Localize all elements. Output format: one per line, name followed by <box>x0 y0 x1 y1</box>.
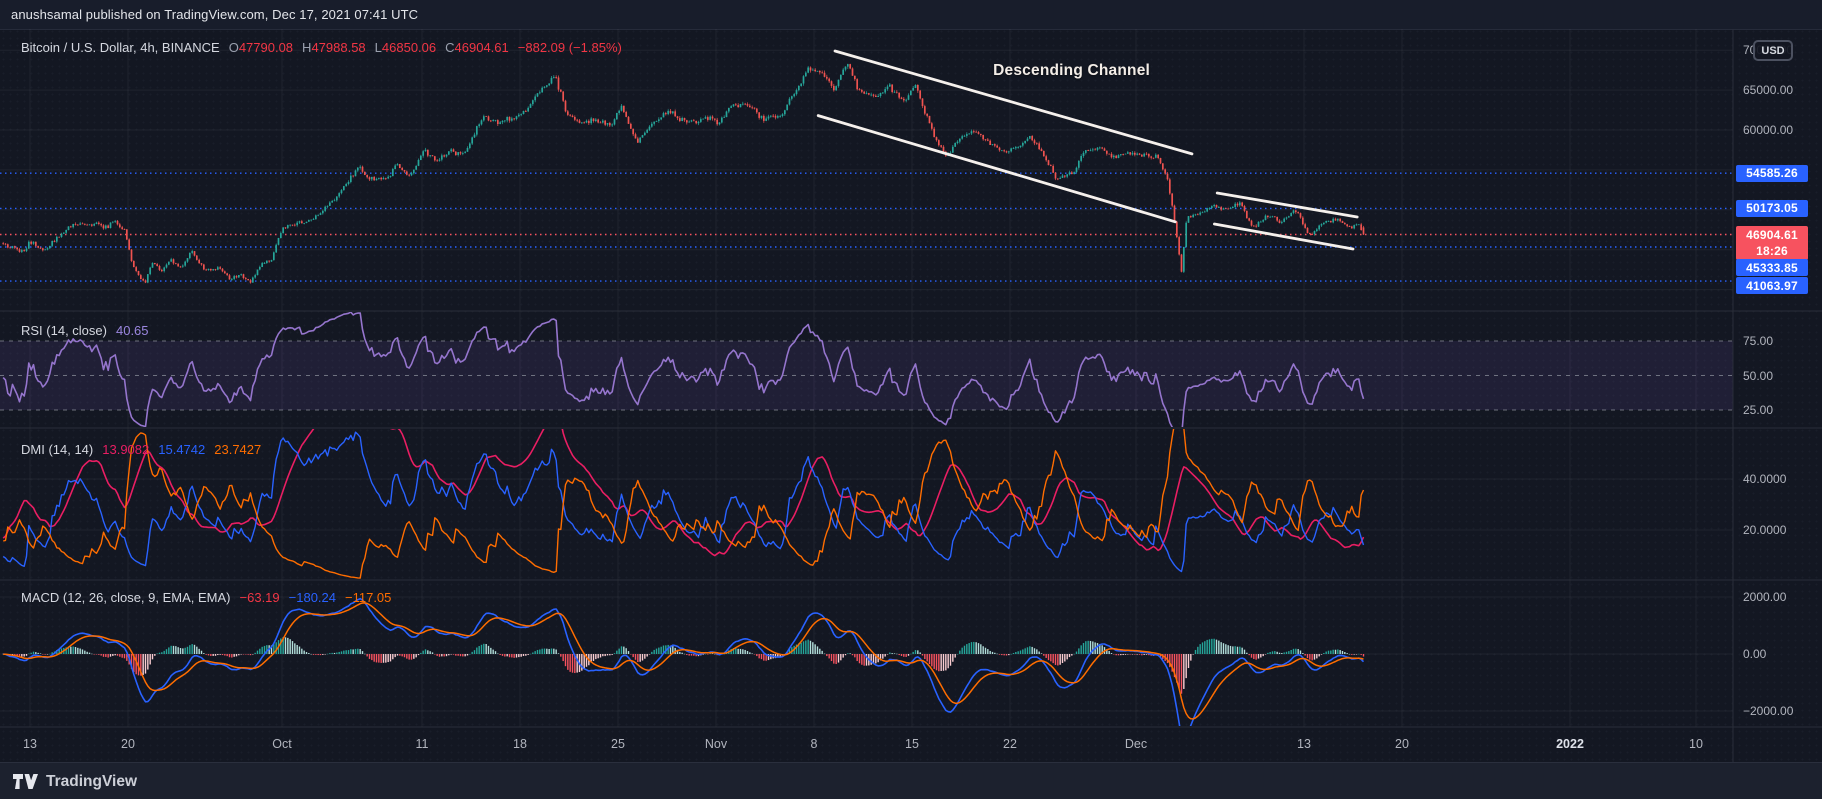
macd-scale-label: −2000.00 <box>1743 703 1793 719</box>
time-axis-label: Oct <box>272 737 291 751</box>
rsi-legend[interactable]: RSI (14, close) 40.65 <box>21 323 149 338</box>
time-axis-label: 15 <box>905 737 919 751</box>
time-axis-label: 10 <box>1689 737 1703 751</box>
dmi-legend-title: DMI (14, 14) <box>21 442 93 457</box>
ohlc-value: H47988.58 <box>302 40 366 55</box>
ohlc-value: −882.09 (−1.85%) <box>518 40 622 55</box>
ohlc-number: 46850.06 <box>382 40 436 55</box>
ohlc-letter: O <box>229 40 239 55</box>
currency-toggle-button[interactable]: USD <box>1753 40 1793 61</box>
time-axis-label: 13 <box>1297 737 1311 751</box>
macd-legend[interactable]: MACD (12, 26, close, 9, EMA, EMA)−63.19−… <box>21 590 391 605</box>
last-price: 46904.61 <box>1746 227 1798 243</box>
time-axis-label: 20 <box>121 737 135 751</box>
channel-annotation-label[interactable]: Descending Channel <box>993 62 1150 80</box>
tradingview-snapshot: anushsamal published on TradingView.com,… <box>0 0 1822 799</box>
time-axis-label: 13 <box>23 737 37 751</box>
price-scale-label: 60000.00 <box>1743 122 1793 138</box>
dmi-scale-label: 40.0000 <box>1743 471 1786 487</box>
rsi-scale-label: 25.00 <box>1743 402 1773 418</box>
symbol-title: Bitcoin / U.S. Dollar, 4h, BINANCE <box>21 40 220 55</box>
alert-price-badge: 50173.05 <box>1736 200 1808 217</box>
dmi-value: 15.4742 <box>158 442 205 457</box>
ohlc-number: −882.09 (−1.85%) <box>518 40 622 55</box>
ohlc-letter: L <box>375 40 382 55</box>
macd-value: −117.05 <box>345 590 391 605</box>
dmi-value: 13.9082 <box>102 442 149 457</box>
price-scale-label: 65000.00 <box>1743 82 1793 98</box>
ohlc-letter: H <box>302 40 311 55</box>
ohlc-number: 46904.61 <box>455 40 509 55</box>
macd-scale-label: 0.00 <box>1743 646 1766 662</box>
tradingview-logo-icon <box>13 773 38 790</box>
footer-bar: TradingView <box>0 762 1822 799</box>
bar-countdown: 18:26 <box>1756 243 1788 259</box>
ohlc-value: O47790.08 <box>229 40 293 55</box>
time-axis-label: 11 <box>416 737 429 751</box>
alert-price-badge: 41063.97 <box>1736 277 1808 294</box>
ohlc-number: 47988.58 <box>311 40 365 55</box>
rsi-scale-label: 50.00 <box>1743 368 1773 384</box>
dmi-legend[interactable]: DMI (14, 14) 13.9082 15.4742 23.7427 <box>21 442 261 457</box>
macd-legend-title: MACD (12, 26, close, 9, EMA, EMA) <box>21 590 231 605</box>
ohlc-value: C46904.61 <box>445 40 509 55</box>
rsi-legend-title: RSI (14, close) <box>21 323 107 338</box>
rsi-scale-label: 75.00 <box>1743 333 1773 349</box>
ohlc-values: O47790.08 H47988.58 L46850.06 C46904.61 −882… <box>229 40 622 55</box>
macd-scale-label: 2000.00 <box>1743 589 1786 605</box>
ohlc-number: 47790.08 <box>239 40 293 55</box>
time-axis-label: 2022 <box>1556 737 1584 751</box>
chart-canvas[interactable] <box>0 0 1822 799</box>
tradingview-logo[interactable]: TradingView <box>0 773 137 791</box>
macd-value: −180.24 <box>289 590 336 605</box>
macd-value: −63.19 <box>240 590 280 605</box>
ohlc-value: L46850.06 <box>375 40 436 55</box>
alert-price-badge: 54585.26 <box>1736 165 1808 182</box>
last-price-badge: 46904.6118:26 <box>1736 226 1808 260</box>
tradingview-logo-text: TradingView <box>46 773 137 791</box>
time-axis-label: 25 <box>611 737 625 751</box>
dmi-scale-label: 20.0000 <box>1743 522 1786 538</box>
alert-price-badge: 45333.85 <box>1736 259 1808 276</box>
symbol-legend[interactable]: Bitcoin / U.S. Dollar, 4h, BINANCE O4779… <box>21 40 622 55</box>
time-axis-label: 22 <box>1003 737 1017 751</box>
time-axis-label: 20 <box>1395 737 1409 751</box>
rsi-value: 40.65 <box>116 323 149 338</box>
time-axis-label: Dec <box>1125 737 1147 751</box>
time-axis-label: 18 <box>513 737 527 751</box>
ohlc-letter: C <box>445 40 454 55</box>
dmi-value: 23.7427 <box>214 442 261 457</box>
time-axis-label: Nov <box>705 737 727 751</box>
time-axis-label: 8 <box>811 737 818 751</box>
